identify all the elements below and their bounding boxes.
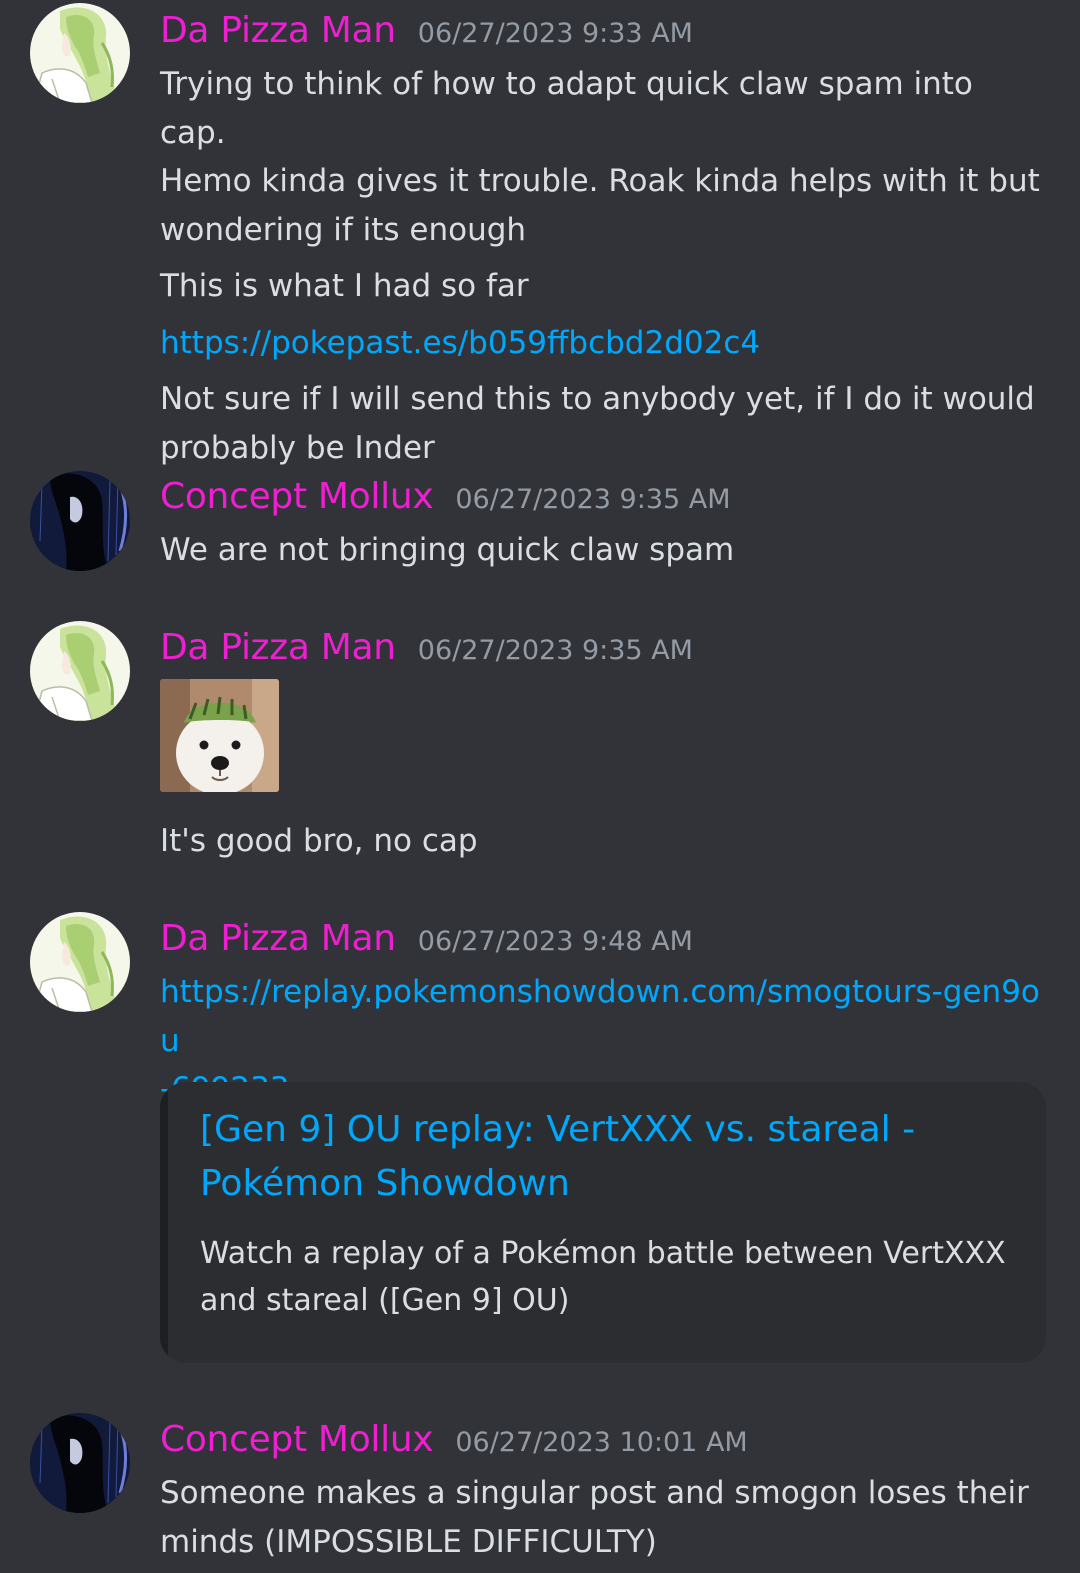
message-text: Hemo kinda gives it trouble. Roak kinda … xyxy=(160,163,1040,199)
message-text: This is what I had so far xyxy=(160,268,529,304)
embed-title[interactable]: [Gen 9] OU replay: VertXXX vs. stareal - xyxy=(200,1109,915,1150)
embed-title[interactable]: Pokémon Showdown xyxy=(200,1163,570,1204)
embed-accent-bar xyxy=(160,1082,168,1363)
username[interactable]: Concept Mollux xyxy=(160,476,434,517)
username[interactable]: Concept Mollux xyxy=(160,1419,434,1460)
message-content: It's good bro, no cap xyxy=(160,817,1040,866)
message-content: Concept Mollux 06/27/2023 10:01 AM Someo… xyxy=(160,1419,1040,1566)
message-text: Trying to think of how to adapt quick cl… xyxy=(160,66,973,151)
avatar[interactable] xyxy=(30,1413,130,1513)
message-text: minds (IMPOSSIBLE DIFFICULTY) xyxy=(160,1523,657,1560)
avatar[interactable] xyxy=(30,471,130,571)
username[interactable]: Da Pizza Man xyxy=(160,627,396,668)
timestamp: 06/27/2023 9:35 AM xyxy=(417,635,693,666)
username[interactable]: Da Pizza Man xyxy=(160,918,396,959)
embed-description: and stareal ([Gen 9] OU) xyxy=(200,1283,570,1318)
message-text: Not sure if I will send this to anybody … xyxy=(160,381,1035,417)
message-content: Da Pizza Man 06/27/2023 9:33 AM Trying t… xyxy=(160,10,1040,472)
message-link[interactable]: https://pokepast.es/b059ffbcbd2d02c4 xyxy=(160,325,760,361)
avatar[interactable] xyxy=(30,3,130,103)
timestamp: 06/27/2023 9:35 AM xyxy=(455,484,731,515)
message-link[interactable]: https://replay.pokemonshowdown.com/smogt… xyxy=(160,974,1040,1059)
username[interactable]: Da Pizza Man xyxy=(160,10,396,51)
link-embed: [Gen 9] OU replay: VertXXX vs. stareal -… xyxy=(160,1082,1046,1363)
avatar[interactable] xyxy=(30,912,130,1012)
message-content: Da Pizza Man 06/27/2023 9:35 AM xyxy=(160,627,1040,677)
timestamp: 06/27/2023 10:01 AM xyxy=(455,1427,748,1458)
image-attachment[interactable] xyxy=(160,679,279,792)
message-text: We are not bringing quick claw spam xyxy=(160,532,735,568)
avatar[interactable] xyxy=(30,621,130,721)
message-content: Concept Mollux 06/27/2023 9:35 AM We are… xyxy=(160,476,1040,575)
message-text: It's good bro, no cap xyxy=(160,823,478,859)
message-text: wondering if its enough xyxy=(160,211,527,248)
timestamp: 06/27/2023 9:33 AM xyxy=(417,18,693,49)
message-text: probably be Inder xyxy=(160,429,435,466)
embed-description: Watch a replay of a Pokémon battle betwe… xyxy=(200,1236,1006,1271)
message-text: Someone makes a singular post and smogon… xyxy=(160,1475,1029,1511)
timestamp: 06/27/2023 9:48 AM xyxy=(417,926,693,957)
